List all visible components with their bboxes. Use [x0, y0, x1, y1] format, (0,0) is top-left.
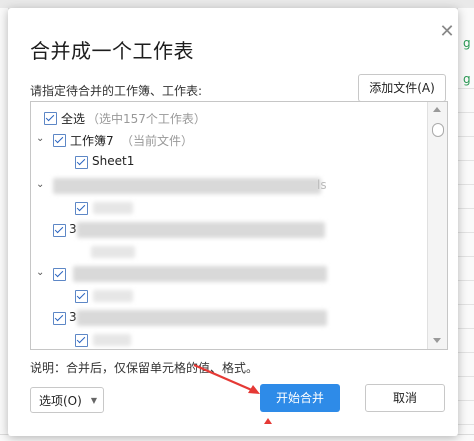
select-all-label: 全选	[61, 112, 86, 126]
redacted-text	[77, 310, 327, 326]
tree-row-workbook[interactable]: ⌄ 工作簿7 （当前文件）	[31, 130, 426, 152]
add-file-button[interactable]: 添加文件(A)	[358, 74, 446, 102]
workbook-tree: 全选 （选中157个工作表） ⌄ 工作簿7 （当前文件） Sheet1 ⌄ ls	[30, 101, 448, 350]
tree-scrollbar[interactable]	[427, 102, 447, 349]
redacted-text	[77, 222, 325, 238]
filename-suffix: ls	[317, 178, 327, 192]
checkbox-checked-icon[interactable]	[75, 334, 88, 347]
tree-row-blurred-workbook-4[interactable]: 3	[31, 308, 426, 330]
prompt-label: 请指定待合并的工作簿、工作表:	[30, 84, 203, 98]
redacted-text	[93, 202, 133, 214]
green-glyph-2: g	[463, 72, 471, 86]
cancel-button[interactable]: 取消	[365, 384, 445, 412]
tree-row-blurred-workbook-1[interactable]: ⌄ ls	[31, 176, 426, 198]
merge-dialog: 合并成一个工作表 ✕ 请指定待合并的工作簿、工作表: 添加文件(A) 全选 （选…	[8, 8, 458, 436]
scroll-up-icon[interactable]	[433, 107, 441, 112]
checkbox-checked-icon[interactable]	[53, 224, 66, 237]
redacted-text	[53, 178, 321, 194]
close-icon[interactable]: ✕	[437, 22, 457, 42]
checkbox-checked-icon[interactable]	[53, 268, 66, 281]
dialog-title: 合并成一个工作表	[30, 39, 194, 63]
spreadsheet-right-edge: g g	[457, 8, 474, 441]
start-merge-button[interactable]: 开始合并	[260, 384, 340, 412]
workbook-note: （当前文件）	[121, 134, 194, 148]
checkbox-checked-icon[interactable]	[75, 202, 88, 215]
options-dropdown[interactable]: 选项(O) ▼	[30, 387, 104, 413]
chevron-down-icon[interactable]: ⌄	[36, 134, 46, 144]
select-all-note: （选中157个工作表）	[87, 112, 206, 126]
blurred-digit: 3	[69, 222, 77, 236]
tree-row-sheet[interactable]: Sheet1	[31, 152, 426, 174]
blurred-digit: 3	[69, 310, 77, 324]
redacted-text	[93, 290, 133, 302]
checkbox-checked-icon[interactable]	[75, 156, 88, 169]
tree-row-blurred-sheet-1[interactable]	[31, 198, 426, 220]
tree-row-blurred-workbook-3[interactable]: ⌄	[31, 264, 426, 286]
tree-row-blurred-sheet-4[interactable]	[31, 330, 426, 349]
options-label: 选项(O)	[39, 394, 82, 408]
redacted-text	[93, 334, 131, 346]
caret-down-icon: ▼	[90, 396, 97, 405]
tree-row-blurred-workbook-2[interactable]: 3	[31, 220, 426, 242]
checkbox-checked-icon[interactable]	[53, 134, 66, 147]
workbook-label: 工作簿7	[70, 134, 114, 148]
sheet-label: Sheet1	[92, 154, 135, 168]
tree-row-select-all[interactable]: 全选 （选中157个工作表）	[31, 108, 426, 130]
tree-row-blurred-sheet-2[interactable]	[31, 242, 426, 264]
merge-note: 说明：合并后，仅保留单元格的值、格式。	[30, 361, 259, 375]
redacted-text	[91, 246, 135, 258]
scroll-down-icon[interactable]	[433, 338, 441, 343]
redacted-text	[73, 266, 327, 282]
scroll-thumb[interactable]	[432, 123, 444, 137]
green-glyph-1: g	[463, 36, 471, 50]
chevron-down-icon[interactable]: ⌄	[36, 268, 46, 278]
checkbox-checked-icon[interactable]	[53, 312, 66, 325]
tree-row-blurred-sheet-3[interactable]	[31, 286, 426, 308]
chevron-down-icon[interactable]: ⌄	[36, 180, 46, 190]
checkbox-checked-icon[interactable]	[44, 112, 57, 125]
checkbox-checked-icon[interactable]	[75, 290, 88, 303]
